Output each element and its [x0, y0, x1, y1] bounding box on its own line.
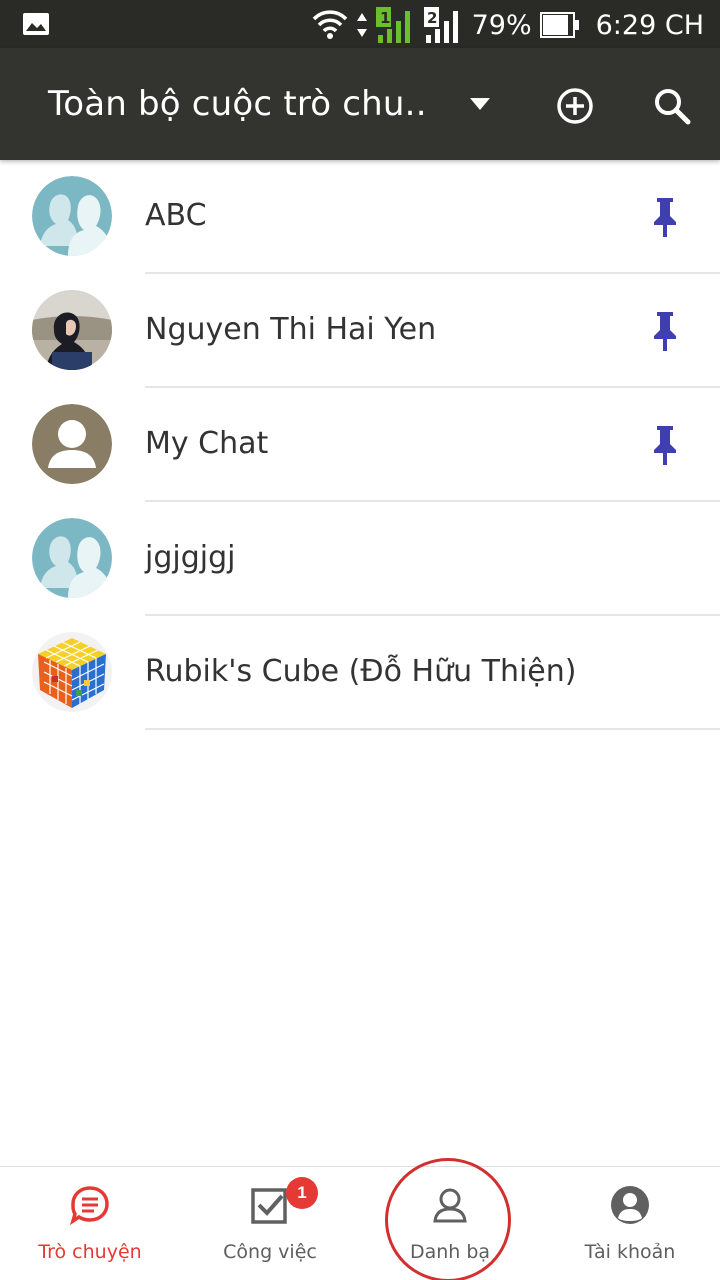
chat-list: ABC Nguyen Thi Hai Yen My Chat jgjgjgj R… [0, 160, 720, 730]
chat-icon [70, 1186, 109, 1225]
sim1-signal-icon: 1 [375, 7, 416, 43]
group-avatar [32, 518, 112, 598]
chat-row-abc[interactable]: ABC [0, 160, 720, 274]
conversation-filter-title[interactable]: Toàn bộ cuộc trò chu.. [48, 84, 427, 124]
chat-row-rubiks-cube[interactable]: Rubik's Cube (Đỗ Hữu Thiện) [0, 616, 720, 730]
task-icon [251, 1188, 287, 1224]
battery-icon [539, 12, 579, 38]
tab-chats[interactable]: Trò chuyện [0, 1167, 180, 1280]
chat-name: Nguyen Thi Hai Yen [145, 312, 437, 347]
rubik-avatar [32, 632, 112, 712]
chat-row-my-chat[interactable]: My Chat [0, 388, 720, 502]
wifi-icon [312, 10, 347, 39]
photo-avatar [32, 290, 112, 370]
sim1-label: 1 [380, 9, 390, 27]
status-bar: 1 2 79% 6:29 CH [0, 0, 720, 48]
tab-contacts[interactable]: Danh bạ [360, 1167, 540, 1280]
chat-row-jgjgjgj[interactable]: jgjgjgj [0, 502, 720, 616]
tab-label: Danh bạ [409, 1241, 491, 1263]
chat-name: ABC [145, 198, 207, 233]
image-notification-icon [23, 13, 49, 35]
data-arrows-icon [356, 13, 367, 37]
tab-label: Trò chuyện [38, 1241, 142, 1263]
sim2-label: 2 [427, 9, 437, 27]
pin-icon[interactable] [650, 424, 680, 466]
battery-percent: 79% [471, 9, 532, 41]
contacts-icon [433, 1188, 467, 1223]
clock: 6:29 CH [595, 9, 704, 41]
add-circle-icon[interactable] [555, 86, 595, 126]
tab-label: Công việc [223, 1241, 317, 1263]
sim2-signal-icon: 2 [423, 7, 464, 43]
chat-row-nguyen-thi-hai-yen[interactable]: Nguyen Thi Hai Yen [0, 274, 720, 388]
pin-icon[interactable] [650, 310, 680, 352]
divider [145, 728, 720, 730]
person-avatar [32, 404, 112, 484]
chat-name: My Chat [145, 426, 269, 461]
pin-icon[interactable] [650, 196, 680, 238]
tab-tasks[interactable]: 1 Công việc [180, 1167, 360, 1280]
chat-name: Rubik's Cube (Đỗ Hữu Thiện) [145, 654, 577, 689]
tasks-badge: 1 [286, 1177, 318, 1209]
search-icon[interactable] [652, 86, 692, 126]
bottom-nav: Trò chuyện 1 Công việc Danh bạ Tài khoản [0, 1166, 720, 1280]
tab-label: Tài khoản [584, 1241, 676, 1263]
dropdown-arrow-icon[interactable] [468, 92, 492, 116]
app-bar: Toàn bộ cuộc trò chu.. [0, 48, 720, 160]
group-avatar [32, 176, 112, 256]
account-icon [611, 1186, 649, 1224]
chat-name: jgjgjgj [145, 540, 236, 575]
tab-account[interactable]: Tài khoản [540, 1167, 720, 1280]
